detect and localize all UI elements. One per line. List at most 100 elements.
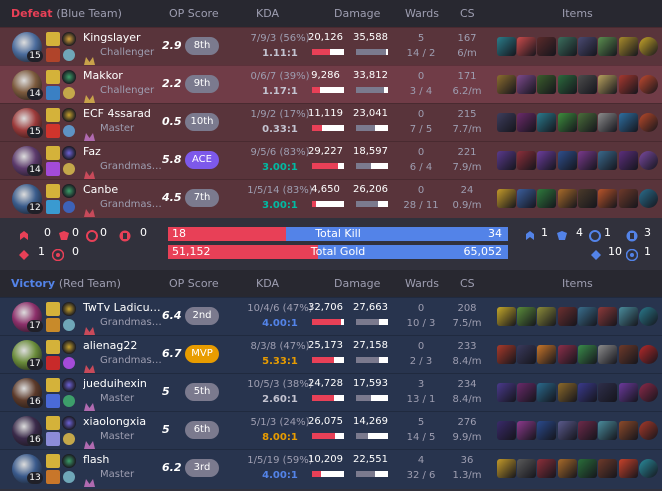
summoner-spell-icon[interactable]: [46, 318, 60, 332]
item-icon[interactable]: [517, 307, 536, 326]
summoner-name[interactable]: Makkor: [83, 69, 161, 82]
item-icon[interactable]: [537, 383, 556, 402]
item-icon[interactable]: [578, 421, 597, 440]
trinket-item-icon[interactable]: [639, 307, 658, 326]
trinket-item-icon[interactable]: [639, 113, 658, 132]
player-row[interactable]: 14 Makkor Challenger 2.2 9th 0/6/7 (39%) 1.17:…: [0, 65, 662, 103]
summoner-spell-icon[interactable]: [46, 454, 60, 468]
summoner-spell-icon[interactable]: [46, 70, 60, 84]
keystone-rune-icon[interactable]: [62, 146, 76, 160]
secondary-rune-icon[interactable]: [63, 319, 75, 331]
item-icon[interactable]: [578, 189, 597, 208]
trinket-item-icon[interactable]: [639, 383, 658, 402]
trinket-item-icon[interactable]: [639, 75, 658, 94]
item-icon[interactable]: [598, 421, 617, 440]
keystone-rune-icon[interactable]: [62, 32, 76, 46]
summoner-name[interactable]: jueduihexin: [83, 377, 161, 390]
summoner-name[interactable]: xiaolongxia: [83, 415, 161, 428]
item-icon[interactable]: [578, 307, 597, 326]
summoner-name[interactable]: TwTv Ladicus Ozari: [83, 301, 161, 314]
keystone-rune-icon[interactable]: [62, 416, 76, 430]
summoner-name[interactable]: Faz: [83, 145, 161, 158]
player-row[interactable]: 14 Faz Grandmaster 5.8 ACE 9/5/6 (83%) 3.00:1 2…: [0, 141, 662, 179]
item-icon[interactable]: [598, 459, 617, 478]
item-icon[interactable]: [619, 345, 638, 364]
item-icon[interactable]: [598, 75, 617, 94]
item-icon[interactable]: [497, 459, 516, 478]
item-icon[interactable]: [578, 37, 597, 56]
trinket-item-icon[interactable]: [639, 189, 658, 208]
item-icon[interactable]: [619, 75, 638, 94]
item-icon[interactable]: [517, 345, 536, 364]
item-icon[interactable]: [517, 459, 536, 478]
item-icon[interactable]: [558, 189, 577, 208]
summoner-name[interactable]: ECF 4ssarad: [83, 107, 161, 120]
player-row[interactable]: 12 Canbe Grandmaster 4.5 7th 1/5/14 (83%) 3.00…: [0, 179, 662, 217]
item-icon[interactable]: [619, 189, 638, 208]
item-icon[interactable]: [517, 75, 536, 94]
item-icon[interactable]: [598, 383, 617, 402]
item-icon[interactable]: [537, 151, 556, 170]
player-row[interactable]: 13 flash Master 6.2 3rd 1/5/19 (59%) 4.00:1 10,…: [0, 449, 662, 487]
item-icon[interactable]: [598, 151, 617, 170]
summoner-spell-icon[interactable]: [46, 470, 60, 484]
item-icon[interactable]: [558, 383, 577, 402]
item-icon[interactable]: [598, 113, 617, 132]
item-icon[interactable]: [578, 345, 597, 364]
secondary-rune-icon[interactable]: [63, 163, 75, 175]
item-icon[interactable]: [619, 383, 638, 402]
player-row[interactable]: 16 jueduihexin Master 5 5th 10/5/3 (38%) 2.60:…: [0, 373, 662, 411]
summoner-spell-icon[interactable]: [46, 86, 60, 100]
trinket-item-icon[interactable]: [639, 459, 658, 478]
item-icon[interactable]: [497, 383, 516, 402]
item-icon[interactable]: [578, 459, 597, 478]
item-icon[interactable]: [598, 345, 617, 364]
keystone-rune-icon[interactable]: [62, 302, 76, 316]
summoner-spell-icon[interactable]: [46, 378, 60, 392]
keystone-rune-icon[interactable]: [62, 340, 76, 354]
item-icon[interactable]: [598, 37, 617, 56]
item-icon[interactable]: [517, 113, 536, 132]
summoner-spell-icon[interactable]: [46, 146, 60, 160]
item-icon[interactable]: [497, 307, 516, 326]
item-icon[interactable]: [598, 189, 617, 208]
item-icon[interactable]: [558, 345, 577, 364]
summoner-name[interactable]: alienag22: [83, 339, 161, 352]
summoner-spell-icon[interactable]: [46, 416, 60, 430]
keystone-rune-icon[interactable]: [62, 108, 76, 122]
item-icon[interactable]: [619, 421, 638, 440]
item-icon[interactable]: [578, 75, 597, 94]
item-icon[interactable]: [558, 113, 577, 132]
item-icon[interactable]: [558, 459, 577, 478]
item-icon[interactable]: [497, 37, 516, 56]
item-icon[interactable]: [578, 383, 597, 402]
secondary-rune-icon[interactable]: [63, 125, 75, 137]
secondary-rune-icon[interactable]: [63, 49, 75, 61]
item-icon[interactable]: [558, 75, 577, 94]
player-row[interactable]: 15 ECF 4ssarad Master 0.5 10th 1/9/2 (17%) 0.3…: [0, 103, 662, 141]
item-icon[interactable]: [537, 37, 556, 56]
summoner-spell-icon[interactable]: [46, 32, 60, 46]
secondary-rune-icon[interactable]: [63, 395, 75, 407]
summoner-spell-icon[interactable]: [46, 48, 60, 62]
keystone-rune-icon[interactable]: [62, 184, 76, 198]
item-icon[interactable]: [497, 75, 516, 94]
item-icon[interactable]: [537, 75, 556, 94]
secondary-rune-icon[interactable]: [63, 87, 75, 99]
item-icon[interactable]: [558, 307, 577, 326]
item-icon[interactable]: [537, 189, 556, 208]
keystone-rune-icon[interactable]: [62, 378, 76, 392]
keystone-rune-icon[interactable]: [62, 454, 76, 468]
item-icon[interactable]: [497, 151, 516, 170]
item-icon[interactable]: [598, 307, 617, 326]
item-icon[interactable]: [558, 151, 577, 170]
item-icon[interactable]: [537, 113, 556, 132]
item-icon[interactable]: [619, 151, 638, 170]
item-icon[interactable]: [517, 383, 536, 402]
summoner-spell-icon[interactable]: [46, 356, 60, 370]
secondary-rune-icon[interactable]: [63, 357, 75, 369]
item-icon[interactable]: [578, 113, 597, 132]
summoner-name[interactable]: Canbe: [83, 183, 161, 196]
summoner-spell-icon[interactable]: [46, 124, 60, 138]
trinket-item-icon[interactable]: [639, 151, 658, 170]
